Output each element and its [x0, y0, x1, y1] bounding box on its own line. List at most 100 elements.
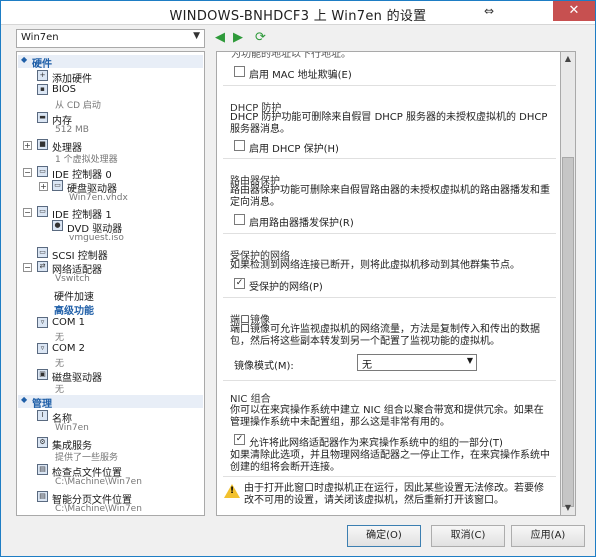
separator [223, 297, 556, 298]
chevron-down-icon: ▼ [193, 31, 200, 41]
separator [223, 85, 556, 86]
category-label: 管理 [32, 399, 52, 410]
window-title: WINDOWS-BNHDCF3 上 Win7en 的设置 [169, 9, 427, 24]
nic-teaming-note: 如果清除此选项，并且物理网络适配器之一停止工作，在来宾操作系统中创建的组将会断开… [230, 450, 550, 473]
refresh-icon[interactable]: ⟳ [255, 31, 266, 45]
tree-item-label: IDE 控制器 0 [52, 170, 112, 181]
expand-icon[interactable]: + [23, 141, 32, 150]
apply-button[interactable]: 应用(A) [511, 525, 585, 547]
separator [223, 158, 556, 159]
chevron-down-icon: ▼ [466, 356, 473, 365]
nic-teaming-desc: 你可以在来宾操作系统中建立 NIC 组合以聚合带宽和提供冗余。如果在管理操作系统… [230, 405, 544, 428]
separator [223, 476, 556, 477]
folder-icon: ▤ [37, 464, 48, 475]
scroll-down-icon[interactable]: ▼ [561, 501, 575, 515]
tree-item-sub: C:\Machine\Win7en [55, 477, 142, 487]
tree-item-label: BIOS [52, 84, 77, 95]
back-icon[interactable]: ◀ [215, 31, 225, 45]
tree-item-sub: 512 MB [55, 125, 89, 135]
router-guard-label: 启用路由器播发保护(R) [249, 218, 354, 229]
cancel-button[interactable]: 取消(C) [431, 525, 505, 547]
warning-icon-mark: ! [230, 486, 235, 496]
vm-selector-value: Win7en [21, 32, 59, 43]
tree-item-label: 高级功能 [54, 306, 94, 317]
category-management[interactable]: ◆ 管理 [18, 395, 203, 410]
mirroring-mode-label: 镜像模式(M): [234, 361, 294, 372]
tree-item-sub: Vswitch [55, 274, 90, 284]
category-hardware[interactable]: ◆ 硬件 [18, 55, 203, 70]
nic-teaming-title: NIC 组合 [230, 394, 271, 405]
tree-item-sub: 1 个虚拟处理器 [55, 155, 118, 165]
protected-network-desc: 如果检测到网络连接已断开，则将此虚拟机移动到其他群集节点。 [230, 260, 520, 271]
com-port-icon: ▿ [37, 343, 48, 354]
network-adapter-icon: ⇄ [37, 261, 48, 272]
collapse-icon[interactable]: − [23, 208, 32, 217]
ide-controller-icon: ▭ [37, 206, 48, 217]
collapse-icon: ◆ [21, 55, 28, 64]
protected-network-checkbox[interactable]: ✓ [234, 278, 245, 289]
tree-item-label: COM 1 [52, 317, 86, 328]
tree-item-sub: vmguest.iso [69, 233, 124, 243]
nic-teaming-label: 允许将此网络适配器作为来宾操作系统中的组的一部分(T) [249, 438, 503, 449]
router-guard-checkbox[interactable] [234, 214, 245, 225]
vm-selector[interactable]: Win7en ▼ [16, 29, 205, 48]
dhcp-guard-desc: DHCP 防护功能可删除来自假冒 DHCP 服务器的未授权虚拟机的 DHCP 服… [230, 112, 548, 135]
tree-item-label: 硬件加速 [54, 292, 94, 303]
scsi-controller-icon: ▭ [37, 247, 48, 258]
close-button[interactable]: ✕ [553, 1, 595, 21]
tree-item-label: IDE 控制器 1 [52, 210, 112, 221]
bios-icon: ▪ [37, 84, 48, 95]
tree-item-sub: 无 [55, 333, 65, 343]
mirroring-mode-value: 无 [362, 360, 372, 371]
settings-window: WINDOWS-BNHDCF3 上 Win7en 的设置 ⇔ ✕ Win7en … [0, 0, 596, 557]
router-guard-desc: 路由器保护功能可删除来自假冒路由器的未授权虚拟机的路由器播发和重定向消息。 [230, 185, 550, 208]
tree-item-label: COM 2 [52, 343, 86, 354]
processor-icon: ■ [37, 139, 48, 150]
resize-icon[interactable]: ⇔ [479, 1, 499, 21]
scroll-thumb[interactable] [562, 157, 574, 507]
add-hardware-icon: + [37, 70, 48, 81]
collapse-icon[interactable]: − [23, 263, 32, 272]
tree-item-sub: Win7en [55, 423, 89, 433]
forward-icon[interactable]: ▶ [233, 31, 243, 45]
protected-network-label: 受保护的网络(P) [249, 282, 323, 293]
separator [223, 233, 556, 234]
dhcp-guard-label: 启用 DHCP 保护(H) [249, 144, 339, 155]
separator [223, 380, 556, 381]
mac-spoof-label: 启用 MAC 地址欺骗(E) [249, 70, 352, 81]
collapse-icon: ◆ [21, 395, 28, 404]
tree-item-sub: 无 [55, 359, 65, 369]
running-vm-warning: 由于打开此窗口时虚拟机正在运行，因此某些设置无法修改。若要修改不可用的设置，请关… [244, 483, 544, 506]
expand-icon[interactable]: + [39, 182, 48, 191]
ide-controller-icon: ▭ [37, 166, 48, 177]
integration-services-icon: ⚙ [37, 437, 48, 448]
tree-item-sub: 提供了一些服务 [55, 453, 119, 463]
mac-spoof-checkbox[interactable] [234, 66, 245, 77]
title-bar: WINDOWS-BNHDCF3 上 Win7en 的设置 ⇔ ✕ [1, 1, 595, 25]
com-port-icon: ▿ [37, 317, 48, 328]
nic-teaming-checkbox[interactable]: ✓ [234, 434, 245, 445]
category-label: 硬件 [32, 59, 52, 70]
tree-item-sub: 从 CD 启动 [55, 101, 101, 111]
dvd-icon: ● [52, 220, 63, 231]
tree-item-sub: 无 [55, 385, 65, 395]
name-icon: I [37, 410, 48, 421]
port-mirroring-desc: 端口镜像可允许监视虚拟机的网络流量，方法是复制传入和传出的数据包，然后将这些副本… [230, 324, 540, 347]
tree-item-label: SCSI 控制器 [52, 251, 108, 262]
folder-icon: ▤ [37, 491, 48, 502]
settings-tree: ◆ 硬件 + 添加硬件 ▪ BIOS 从 CD 启动 ▬ 内存 512 MB +… [16, 51, 205, 516]
scroll-up-icon[interactable]: ▲ [561, 52, 575, 66]
ok-button[interactable]: 确定(O) [347, 525, 421, 547]
settings-panel: 为功能的地址以下行地址。 启用 MAC 地址欺骗(E) DHCP 防护 DHCP… [216, 51, 576, 516]
collapse-icon[interactable]: − [23, 168, 32, 177]
tree-item-sub: C:\Machine\Win7en [55, 504, 142, 514]
tree-item-label: 添加硬件 [52, 74, 92, 85]
floppy-icon: ▣ [37, 369, 48, 380]
hard-disk-icon: ▭ [52, 180, 63, 191]
mirroring-mode-select[interactable]: 无 ▼ [357, 354, 477, 371]
memory-icon: ▬ [37, 112, 48, 123]
tree-item-sub: Win7en.vhdx [69, 193, 128, 203]
vertical-scrollbar[interactable]: ▲ ▼ [560, 51, 576, 516]
truncated-text: 为功能的地址以下行地址。 [231, 51, 351, 60]
dhcp-guard-checkbox[interactable] [234, 140, 245, 151]
